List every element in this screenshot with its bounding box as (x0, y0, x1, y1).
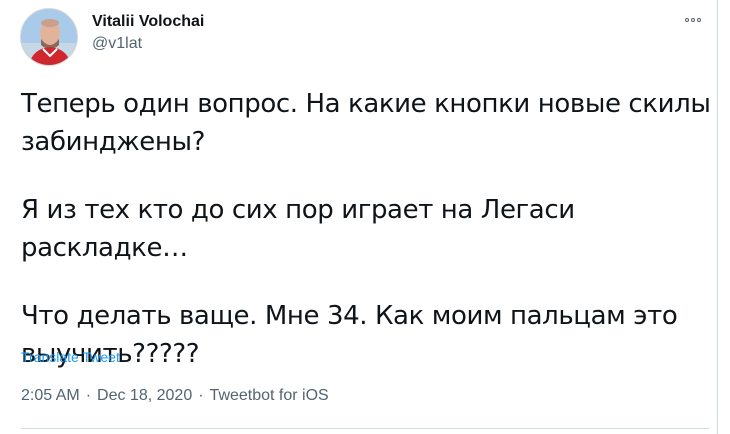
tweet-text: Теперь один вопрос. На какие кнопки новы… (21, 85, 711, 403)
tweet-time: 2:05 AM (21, 387, 80, 404)
tweet-timestamp-link[interactable]: 2:05 AM · Dec 18, 2020 (21, 387, 192, 404)
meta-separator: · (85, 387, 92, 404)
tweet-source-link[interactable]: Tweetbot for iOS (210, 387, 329, 404)
author-handle[interactable]: @v1lat (92, 34, 204, 54)
translate-tweet-link[interactable]: Translate Tweet (21, 348, 120, 366)
avatar-photo (21, 9, 77, 65)
tweet-header: Vitalii Volochai @v1lat (20, 8, 204, 66)
more-horizontal-icon-dot (697, 18, 701, 22)
more-horizontal-icon-dot (691, 18, 695, 22)
more-options-button[interactable] (679, 10, 707, 30)
tweet-paragraph: Теперь один вопрос. На какие кнопки новы… (21, 89, 711, 157)
tweet-paragraph: Что делать ваще. Мне 34. Как моим пальца… (21, 301, 678, 369)
tweet-date: Dec 18, 2020 (97, 387, 193, 404)
meta-separator: · (198, 387, 204, 404)
divider (21, 428, 709, 429)
avatar[interactable] (20, 8, 78, 66)
author-display-name[interactable]: Vitalii Volochai (92, 12, 204, 32)
tweet-card: Vitalii Volochai @v1lat Теперь один вопр… (0, 0, 718, 434)
more-horizontal-icon (685, 18, 689, 22)
tweet-meta: 2:05 AM · Dec 18, 2020 · Tweetbot for iOS (21, 386, 329, 406)
tweet-paragraph: Я из тех кто до сих пор играет на Легаси… (21, 195, 575, 263)
author-names: Vitalii Volochai @v1lat (92, 12, 204, 54)
